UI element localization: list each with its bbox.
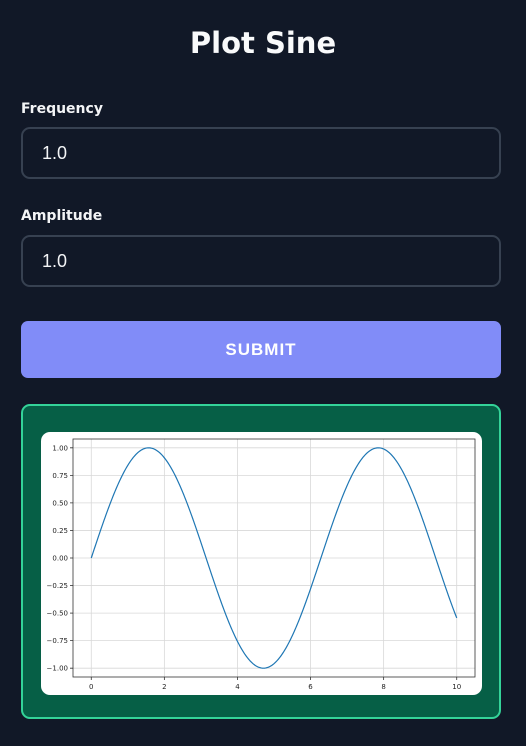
amplitude-input[interactable] [21, 235, 501, 287]
y-tick-label: −0.50 [47, 610, 68, 618]
x-tick-label: 10 [452, 683, 461, 691]
y-tick-label: −1.00 [47, 665, 68, 673]
frequency-label: Frequency [21, 101, 103, 117]
page-title: Plot Sine [189, 26, 337, 60]
y-tick-label: 0.00 [52, 555, 68, 563]
submit-button[interactable]: SUBMIT [21, 321, 501, 378]
frequency-input[interactable] [21, 127, 501, 179]
plot-card: 0 2 4 6 8 10 1.00 0.75 0.50 0.25 0.00 −0.25 −0.50 −0.… [41, 432, 482, 695]
y-tick-label: −0.75 [47, 637, 68, 645]
amplitude-label: Amplitude [21, 208, 103, 224]
y-tick-label: −0.25 [47, 582, 68, 590]
x-tick-label: 6 [308, 683, 313, 691]
y-tick-label: 0.50 [52, 499, 68, 507]
x-tick-label: 4 [235, 683, 240, 691]
sine-chart: 0 2 4 6 8 10 1.00 0.75 0.50 0.25 0.00 −0.25 −0.50 −0.… [47, 438, 476, 691]
x-tick-label: 2 [162, 683, 166, 691]
plot-panel: 0 2 4 6 8 10 1.00 0.75 0.50 0.25 0.00 −0.25 −0.50 −0.… [21, 404, 501, 719]
y-tick-label: 0.25 [52, 527, 68, 535]
y-tick-label: 1.00 [52, 444, 68, 452]
x-tick-label: 8 [381, 683, 385, 691]
x-tick-label: 0 [89, 683, 93, 691]
y-tick-label: 0.75 [52, 472, 68, 480]
